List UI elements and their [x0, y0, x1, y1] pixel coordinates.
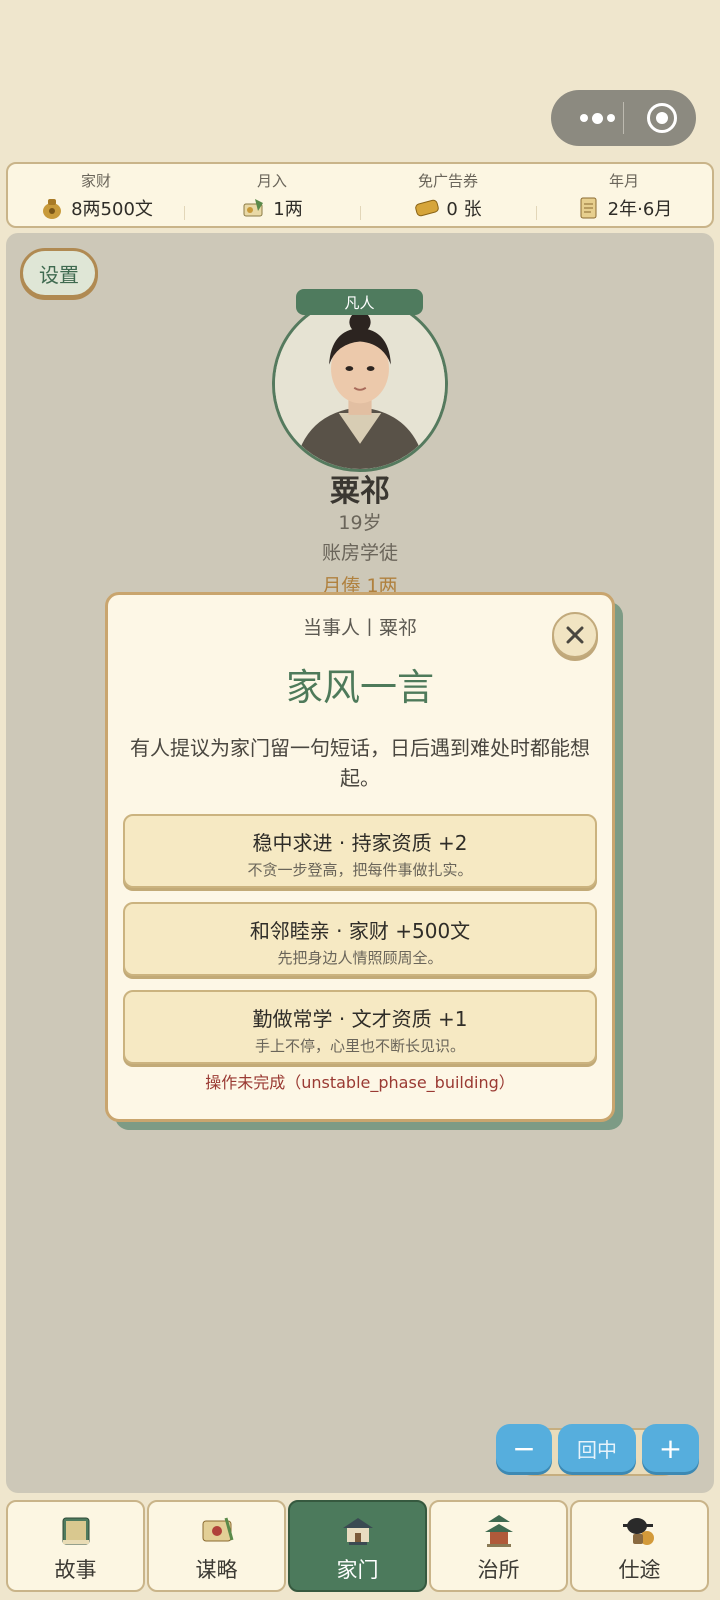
office-pavilion-icon	[484, 1515, 513, 1547]
close-icon	[566, 626, 584, 644]
dialog-description: 有人提议为家门留一句短话，日后遇到难处时都能想起。	[130, 736, 590, 790]
tab-label: 家门	[336, 1558, 379, 1582]
stat-label: 月入	[256, 171, 287, 190]
zoom-in-button[interactable]: +	[642, 1424, 699, 1472]
stat-value: 2年·6月	[607, 198, 673, 220]
close-miniprogram-icon[interactable]	[647, 103, 677, 133]
tab-family[interactable]: 家门	[288, 1500, 427, 1592]
choice-desc: 先把身边人情照顾周全。	[277, 949, 443, 967]
stat-wealth: 家财 8两500文	[8, 164, 184, 226]
miniprogram-capsule	[551, 90, 696, 146]
resource-bar: 家财 8两500文 月入 1两 免广告券 0 张 年月 2年·6月	[6, 162, 714, 228]
choice-desc: 不贪一步登高，把每件事做扎实。	[247, 861, 473, 879]
tab-strategy[interactable]: 谋略	[147, 1500, 286, 1592]
choice-desc: 手上不停，心里也不断长见识。	[254, 1037, 465, 1055]
close-button[interactable]	[552, 612, 598, 658]
character-avatar[interactable]	[272, 296, 448, 472]
tab-label: 谋略	[195, 1558, 238, 1582]
zoom-controls: − 回中 +	[496, 1424, 699, 1476]
story-book-icon	[62, 1517, 89, 1545]
capsule-divider	[623, 102, 624, 134]
settings-button[interactable]: 设置	[20, 248, 98, 298]
family-house-icon	[342, 1518, 373, 1545]
ticket-icon	[415, 199, 440, 216]
error-message: 操作未完成（unstable_phase_building）	[205, 1073, 515, 1092]
zoom-out-button[interactable]: −	[496, 1424, 552, 1472]
character-name: 粟祁	[330, 474, 390, 509]
tab-office[interactable]: 治所	[429, 1500, 568, 1592]
tab-career[interactable]: 仕途	[570, 1500, 709, 1592]
income-scroll-icon	[243, 198, 264, 216]
stat-value: 8两500文	[71, 198, 153, 220]
stat-label: 免广告券	[417, 171, 478, 190]
stat-date: 年月 2年·6月	[536, 164, 712, 226]
stat-label: 家财	[80, 171, 111, 190]
stat-value: 1两	[273, 198, 303, 220]
tab-story[interactable]: 故事	[6, 1500, 145, 1592]
tab-label: 故事	[54, 1558, 97, 1582]
tab-label: 仕途	[618, 1558, 661, 1582]
more-menu-icon[interactable]	[573, 104, 621, 132]
stat-ad-ticket: 免广告券 0 张	[360, 164, 536, 226]
bottom-nav: 故事 谋略 家门 治所 仕途	[6, 1500, 714, 1592]
choice-title: 和邻睦亲 · 家财 +500文	[249, 919, 471, 943]
character-age: 19岁	[338, 512, 382, 534]
choice-option-1[interactable]: 稳中求进 · 持家资质 +2 不贪一步登高，把每件事做扎实。	[123, 814, 597, 888]
tab-label: 治所	[477, 1558, 520, 1582]
dialog-subtitle: 当事人丨粟祁	[302, 617, 417, 639]
choice-title: 稳中求进 · 持家资质 +2	[252, 831, 468, 855]
dialog-title: 家风一言	[286, 666, 434, 709]
stat-label: 年月	[608, 171, 639, 190]
money-pouch-icon	[43, 198, 62, 219]
character-job: 账房学徒	[321, 542, 398, 564]
stat-income: 月入 1两	[184, 164, 360, 226]
stat-value: 0 张	[446, 198, 482, 220]
rank-badge: 凡人	[296, 289, 423, 315]
portrait-image	[275, 299, 445, 469]
strategy-scroll-icon	[202, 1517, 233, 1542]
choice-option-2[interactable]: 和邻睦亲 · 家财 +500文 先把身边人情照顾周全。	[123, 902, 597, 976]
official-hat-icon	[622, 1518, 654, 1545]
recenter-button[interactable]: 回中	[558, 1424, 636, 1472]
event-dialog: 当事人丨粟祁 家风一言 有人提议为家门留一句短话，日后遇到难处时都能想起。 稳中…	[105, 592, 615, 1122]
choice-option-3[interactable]: 勤做常学 · 文才资质 +1 手上不停，心里也不断长见识。	[123, 990, 597, 1064]
choice-title: 勤做常学 · 文才资质 +1	[252, 1007, 468, 1031]
calendar-scroll-icon	[580, 197, 597, 218]
